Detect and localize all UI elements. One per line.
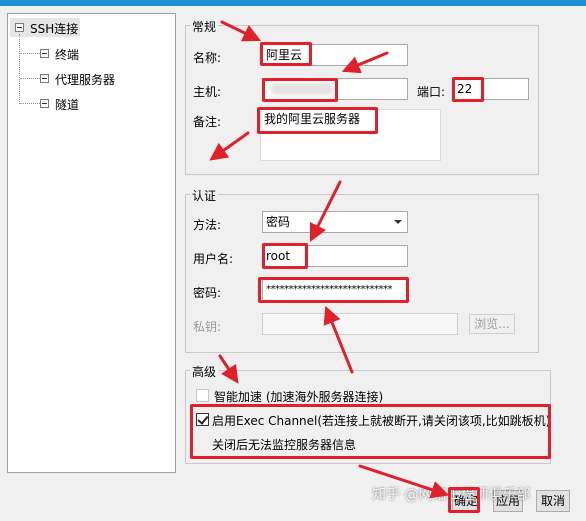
annotation-arrows	[209, 20, 450, 499]
arrow-to-ok	[358, 464, 450, 499]
arrow-to-advanced	[218, 354, 239, 384]
arrow-to-password	[323, 305, 354, 374]
arrow-to-name	[220, 20, 262, 42]
arrow-to-username	[309, 180, 342, 243]
arrow-group	[209, 20, 450, 499]
arrow-to-host	[341, 51, 389, 74]
arrow-to-note	[209, 131, 250, 161]
